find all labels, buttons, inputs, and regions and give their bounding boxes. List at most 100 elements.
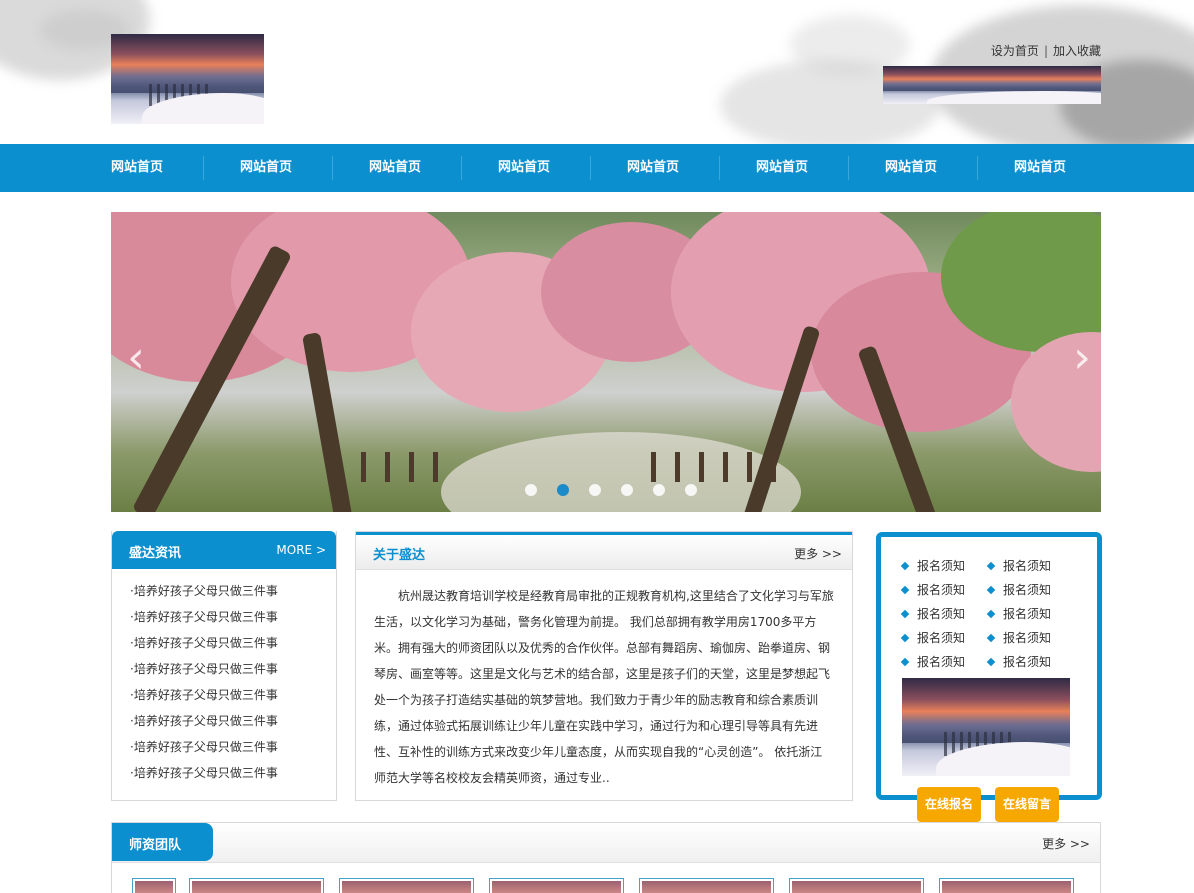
news-panel: 盛达资讯 MORE > ·培养好孩子父母只做三件事 ·培养好孩子父母只做三件事 … xyxy=(111,531,337,801)
nav-divider xyxy=(719,156,720,180)
about-more-link[interactable]: 更多 >> xyxy=(794,545,842,562)
nav-item-3[interactable]: 网站首页 xyxy=(369,144,421,192)
notice-panel: 报名须知 报名须知 报名须知 报名须知 报名须知 报名须知 报名须知 报名须知 … xyxy=(876,532,1102,800)
slider-prev-icon[interactable]: ‹ xyxy=(123,332,149,384)
news-item[interactable]: ·培养好孩子父母只做三件事 xyxy=(130,713,278,739)
team-member-photo xyxy=(642,881,771,893)
team-title: 师资团队 xyxy=(129,838,182,853)
about-panel: 关于盛达 更多 >> 杭州晟达教育培训学校是经教育局审批的正规教育机构,这里结合… xyxy=(355,531,853,801)
nav-item-5[interactable]: 网站首页 xyxy=(627,144,679,192)
news-item[interactable]: ·培养好孩子父母只做三件事 xyxy=(130,661,278,687)
notice-item[interactable]: 报名须知 xyxy=(986,605,1052,622)
notice-item-label: 报名须知 xyxy=(1003,559,1052,573)
slider-dot[interactable] xyxy=(685,484,697,496)
photo-lake xyxy=(883,84,1101,92)
notice-item[interactable]: 报名须知 xyxy=(986,629,1051,646)
slider-dot-active[interactable] xyxy=(557,484,569,496)
slide-fence xyxy=(361,452,451,482)
nav-divider xyxy=(332,156,333,180)
diamond-bullet-icon xyxy=(986,633,996,642)
notice-item[interactable]: 报名须知 xyxy=(986,653,1052,670)
notice-item[interactable]: 报名须知 xyxy=(900,629,966,646)
diamond-bullet-icon xyxy=(900,657,910,666)
slider-dot[interactable] xyxy=(653,484,665,496)
photo-snow xyxy=(926,90,1101,104)
diamond-bullet-icon xyxy=(986,561,996,570)
news-item[interactable]: ·培养好孩子父母只做三件事 xyxy=(130,739,278,765)
nav-item-8[interactable]: 网站首页 xyxy=(1014,144,1066,192)
nav-item-6[interactable]: 网站首页 xyxy=(756,144,808,192)
online-signup-button[interactable]: 在线报名 xyxy=(917,787,981,822)
header-banner-image[interactable] xyxy=(883,66,1101,104)
notice-item-label: 报名须知 xyxy=(917,607,966,621)
slider-dot[interactable] xyxy=(621,484,633,496)
notice-image[interactable] xyxy=(902,678,1070,776)
nav-item-1[interactable]: 网站首页 xyxy=(111,144,163,192)
slider-dots xyxy=(525,484,705,498)
nav-item-4[interactable]: 网站首页 xyxy=(498,144,550,192)
news-item[interactable]: ·培养好孩子父母只做三件事 xyxy=(130,609,278,635)
notice-item-label: 报名须知 xyxy=(1003,583,1052,597)
nav-divider xyxy=(590,156,591,180)
team-tab: 师资团队 xyxy=(112,823,213,861)
notice-item[interactable]: 报名须知 xyxy=(900,557,966,574)
nav-divider xyxy=(977,156,978,180)
team-member-thumb[interactable] xyxy=(939,878,1074,893)
notice-item-label: 报名须知 xyxy=(1003,607,1052,621)
team-member-photo xyxy=(192,881,321,893)
team-member-thumb[interactable] xyxy=(339,878,474,893)
slider-next-icon[interactable]: › xyxy=(1069,332,1095,384)
nav-item-7[interactable]: 网站首页 xyxy=(885,144,937,192)
about-text: 杭州晟达教育培训学校是经教育局审批的正规教育机构,这里结合了文化学习与军旅生活，… xyxy=(374,589,834,785)
slider-dot[interactable] xyxy=(525,484,537,496)
notice-item[interactable]: 报名须知 xyxy=(986,557,1052,574)
team-member-thumb[interactable] xyxy=(189,878,324,893)
diamond-bullet-icon xyxy=(900,633,910,642)
team-member-photo xyxy=(342,881,471,893)
notice-item[interactable]: 报名须知 xyxy=(900,605,966,622)
notice-item-label: 报名须知 xyxy=(917,559,966,573)
nav-item-2[interactable]: 网站首页 xyxy=(240,144,292,192)
team-panel: 师资团队 更多 >> xyxy=(111,822,1101,893)
team-member-thumb[interactable] xyxy=(132,878,176,893)
add-favorite-link[interactable]: 加入收藏 xyxy=(1053,44,1101,58)
hero-slider[interactable]: ‹ › xyxy=(111,212,1101,512)
team-member-photo xyxy=(492,881,621,893)
notice-item-label: 报名须知 xyxy=(917,655,966,669)
team-member-photo xyxy=(792,881,921,893)
team-more-link[interactable]: 更多 >> xyxy=(1042,835,1090,852)
news-item[interactable]: ·培养好孩子父母只做三件事 xyxy=(130,583,278,609)
notice-item[interactable]: 报名须知 xyxy=(900,581,966,598)
news-item[interactable]: ·培养好孩子父母只做三件事 xyxy=(130,687,278,713)
notice-item-label: 报名须知 xyxy=(917,631,966,645)
news-title: 盛达资讯 xyxy=(129,546,182,561)
team-member-thumb[interactable] xyxy=(789,878,924,893)
team-member-thumb[interactable] xyxy=(489,878,624,893)
news-header: 盛达资讯 MORE > xyxy=(112,531,336,569)
nav-divider xyxy=(848,156,849,180)
news-item[interactable]: ·培养好孩子父母只做三件事 xyxy=(130,765,278,791)
diamond-bullet-icon xyxy=(900,561,910,570)
notice-item-label: 报名须知 xyxy=(1003,655,1052,669)
diamond-bullet-icon xyxy=(900,585,910,594)
site-header: 设为首页 | 加入收藏 xyxy=(0,0,1194,144)
diamond-bullet-icon xyxy=(986,657,996,666)
site-logo[interactable] xyxy=(111,34,264,124)
top-links: 设为首页 | 加入收藏 xyxy=(991,42,1101,59)
notice-item[interactable]: 报名须知 xyxy=(986,581,1052,598)
online-message-button[interactable]: 在线留言 xyxy=(995,787,1059,822)
news-list: ·培养好孩子父母只做三件事 ·培养好孩子父母只做三件事 ·培养好孩子父母只做三件… xyxy=(130,583,278,791)
team-member-photo xyxy=(942,881,1071,893)
notice-item-label: 报名须知 xyxy=(917,583,966,597)
set-homepage-link[interactable]: 设为首页 xyxy=(991,44,1039,58)
notice-item[interactable]: 报名须知 xyxy=(900,653,966,670)
slide-fence xyxy=(651,452,791,482)
team-member-thumb[interactable] xyxy=(639,878,774,893)
news-item[interactable]: ·培养好孩子父母只做三件事 xyxy=(130,635,278,661)
diamond-bullet-icon xyxy=(986,585,996,594)
team-header: 师资团队 更多 >> xyxy=(112,823,1100,863)
news-more-link[interactable]: MORE > xyxy=(276,543,326,557)
nav-divider xyxy=(203,156,204,180)
team-member-photo xyxy=(135,881,173,893)
slider-dot[interactable] xyxy=(589,484,601,496)
